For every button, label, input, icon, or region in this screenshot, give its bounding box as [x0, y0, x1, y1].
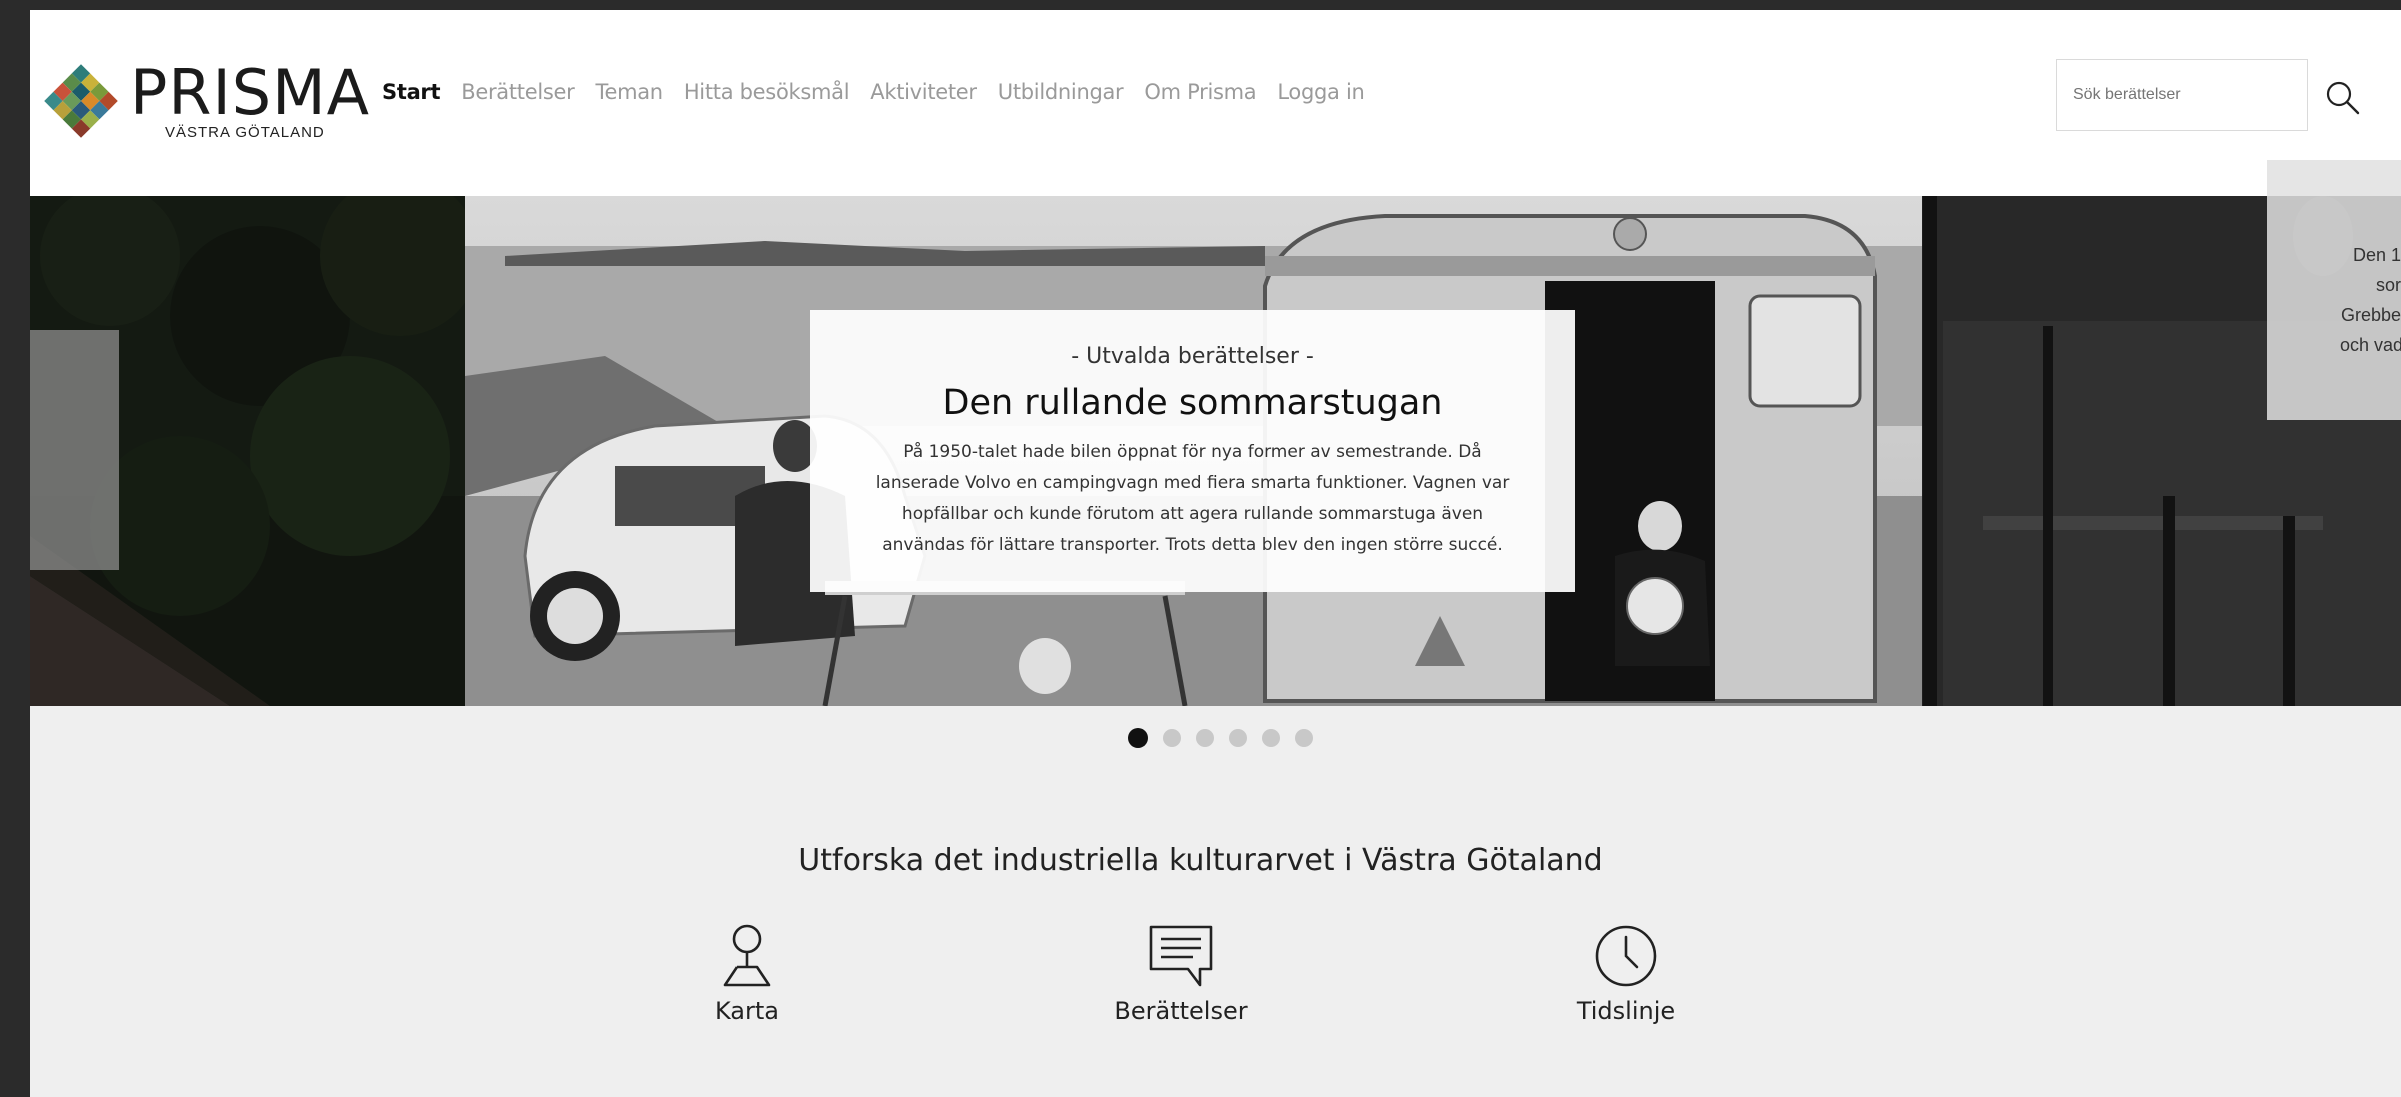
feature-tidslinje-label: Tidslinje: [1576, 997, 1676, 1025]
carousel-dot-1[interactable]: [1128, 728, 1148, 748]
next-slide-caption-text: Den 1 sor Grebbe och vad: [2340, 245, 2401, 355]
feature-karta[interactable]: Karta: [647, 923, 847, 1025]
nav-item-aktiviteter[interactable]: Aktiviteter: [870, 80, 977, 104]
featured-title[interactable]: Den rullande sommarstugan: [850, 383, 1535, 423]
nav-item-logga-in[interactable]: Logga in: [1277, 80, 1364, 104]
nav-item-berattelser[interactable]: Berättelser: [461, 80, 575, 104]
search-icon[interactable]: [2323, 78, 2363, 118]
featured-story-card[interactable]: - Utvalda berättelser - Den rullande som…: [810, 310, 1575, 592]
prisma-logo-mark: [44, 64, 118, 138]
nav-item-teman[interactable]: Teman: [595, 80, 663, 104]
carousel-dot-3[interactable]: [1196, 729, 1214, 747]
featured-kicker: - Utvalda berättelser -: [1071, 344, 1314, 369]
explore-heading: Utforska det industriella kulturarvet i …: [798, 843, 1603, 878]
carousel-dot-5[interactable]: [1262, 729, 1280, 747]
search-input[interactable]: [2056, 59, 2308, 131]
carousel-pagination: [1128, 728, 1313, 748]
brand-subtitle: VÄSTRA GÖTALAND: [165, 124, 325, 141]
feature-tidslinje[interactable]: Tidslinje: [1526, 923, 1726, 1025]
browser-viewport: PRISMA VÄSTRA GÖTALAND Start Berättelser…: [30, 10, 2401, 1097]
site-header: PRISMA VÄSTRA GÖTALAND Start Berättelser…: [30, 10, 2401, 196]
nav-item-hitta-besoksmal[interactable]: Hitta besöksmål: [684, 80, 850, 104]
carousel-dot-2[interactable]: [1163, 729, 1181, 747]
nav-item-om-prisma[interactable]: Om Prisma: [1144, 80, 1256, 104]
clock-icon: [1595, 925, 1657, 987]
previous-slide-caption: [30, 330, 119, 570]
main-nav: Start Berättelser Teman Hitta besöksmål …: [382, 80, 1365, 104]
carousel-dot-4[interactable]: [1229, 729, 1247, 747]
chat-icon: [1149, 925, 1213, 987]
feature-berattelser-label: Berättelser: [1114, 997, 1248, 1025]
feature-berattelser[interactable]: Berättelser: [1081, 923, 1281, 1025]
featured-summary: På 1950-talet hade bilen öppnat för nya …: [875, 442, 1510, 555]
brand-name: PRISMA: [130, 56, 371, 129]
nav-item-start[interactable]: Start: [382, 80, 441, 104]
map-pin-icon: [723, 924, 771, 987]
carousel-dot-6[interactable]: [1295, 729, 1313, 747]
nav-item-utbildningar[interactable]: Utbildningar: [998, 80, 1124, 104]
feature-karta-label: Karta: [714, 997, 779, 1025]
prisma-logo[interactable]: PRISMA VÄSTRA GÖTALAND: [38, 58, 369, 148]
